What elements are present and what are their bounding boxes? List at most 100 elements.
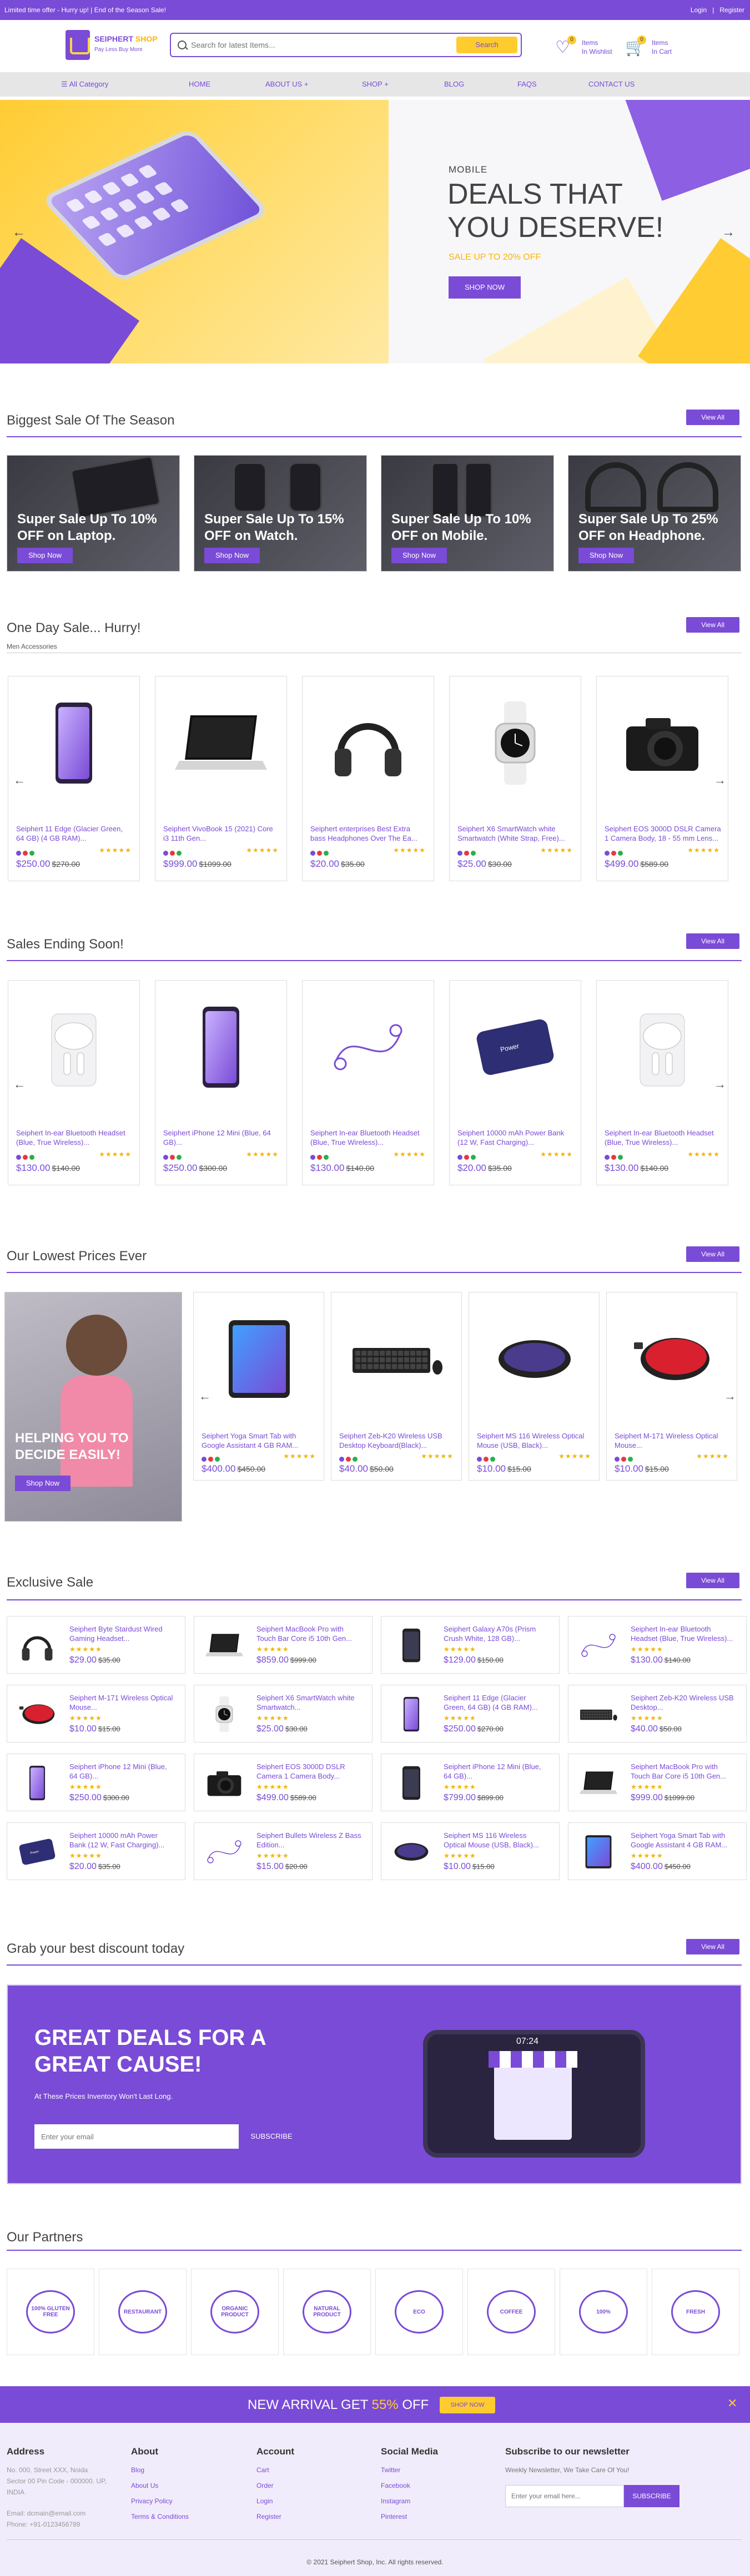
- color-swatches[interactable]: [605, 1153, 625, 1163]
- exclusive-item[interactable]: Seiphert Bullets Wireless Z Bass Edition…: [194, 1822, 373, 1880]
- product-name[interactable]: Seiphert Yoga Smart Tab with Google Assi…: [631, 1831, 736, 1850]
- color-swatches[interactable]: [457, 848, 477, 858]
- product-card[interactable]: Seiphert 11 Edge (Glacier Green, 64 GB) …: [8, 676, 140, 881]
- color-swatch[interactable]: [490, 1457, 495, 1462]
- color-swatch[interactable]: [16, 851, 21, 856]
- color-swatch[interactable]: [324, 851, 329, 856]
- lowest-shop-now[interactable]: Shop Now: [15, 1476, 71, 1491]
- color-swatch[interactable]: [310, 851, 315, 856]
- shop-now-button[interactable]: Shop Now: [204, 548, 260, 563]
- arrow-right-icon[interactable]: →: [714, 773, 726, 787]
- color-swatches[interactable]: [163, 1153, 183, 1163]
- arrow-left-icon[interactable]: ←: [12, 225, 26, 240]
- arrow-left-icon[interactable]: ←: [13, 1077, 26, 1092]
- color-swatch[interactable]: [457, 851, 462, 856]
- partner-logo[interactable]: NATURAL PRODUCT: [283, 2269, 371, 2355]
- exclusive-item[interactable]: Seiphert M-171 Wireless Optical Mouse...…: [7, 1685, 185, 1742]
- partner-logo[interactable]: RESTAURANT: [99, 2269, 187, 2355]
- color-swatch[interactable]: [310, 1155, 315, 1160]
- nav-shop[interactable]: SHOP +: [362, 80, 389, 88]
- product-name[interactable]: Seiphert 11 Edge (Glacier Green, 64 GB) …: [444, 1693, 549, 1712]
- color-swatch[interactable]: [464, 851, 469, 856]
- color-swatch[interactable]: [163, 851, 168, 856]
- product-name[interactable]: Seiphert EOS 3000D DSLR Camera 1 Camera …: [256, 1762, 362, 1781]
- color-swatches[interactable]: [16, 1153, 36, 1163]
- product-card[interactable]: Seiphert MS 116 Wireless Optical Mouse (…: [469, 1292, 600, 1481]
- hero-shop-button[interactable]: SHOP NOW: [449, 276, 521, 299]
- product-card[interactable]: Seiphert In-ear Bluetooth Headset (Blue,…: [8, 980, 140, 1185]
- product-card[interactable]: Seiphert Yoga Smart Tab with Google Assi…: [193, 1292, 324, 1481]
- color-swatch[interactable]: [23, 1155, 28, 1160]
- partner-logo[interactable]: ORGANIC PRODUCT: [191, 2269, 279, 2355]
- lowest-view-all[interactable]: View All: [686, 1246, 739, 1262]
- exclusive-item[interactable]: Seiphert Zeb-K20 Wireless USB Desktop...…: [568, 1685, 747, 1742]
- color-swatch[interactable]: [611, 851, 616, 856]
- nav-contact[interactable]: CONTACT US: [588, 80, 635, 88]
- product-name[interactable]: Seiphert In-ear Bluetooth Headset (Blue,…: [631, 1624, 736, 1643]
- color-swatch[interactable]: [317, 1155, 322, 1160]
- product-name[interactable]: Seiphert iPhone 12 Mini (Blue, 64 GB)...: [163, 1128, 280, 1147]
- color-swatch[interactable]: [23, 851, 28, 856]
- shop-now-button[interactable]: Shop Now: [391, 548, 447, 563]
- partner-logo[interactable]: 100%: [560, 2269, 647, 2355]
- nav-about[interactable]: ABOUT US +: [265, 80, 308, 88]
- exclusive-item[interactable]: Seiphert In-ear Bluetooth Headset (Blue,…: [568, 1616, 747, 1674]
- product-name[interactable]: Seiphert Bullets Wireless Z Bass Edition…: [256, 1831, 362, 1850]
- product-name[interactable]: Seiphert X6 SmartWatch white Smartwatch …: [457, 824, 574, 843]
- new-arrival-shop-button[interactable]: SHOP NOW: [440, 2397, 495, 2413]
- product-name[interactable]: Seiphert 10000 mAh Power Bank (12 W, Fas…: [457, 1128, 574, 1147]
- arrow-right-icon[interactable]: →: [722, 225, 735, 240]
- product-name[interactable]: Seiphert MacBook Pro with Touch Bar Core…: [256, 1624, 362, 1643]
- color-swatch[interactable]: [618, 851, 623, 856]
- color-swatch[interactable]: [324, 1155, 329, 1160]
- color-swatch[interactable]: [163, 1155, 168, 1160]
- exclusive-item[interactable]: Seiphert 11 Edge (Glacier Green, 64 GB) …: [381, 1685, 560, 1742]
- arrow-left-icon[interactable]: ←: [199, 1389, 211, 1403]
- color-swatches[interactable]: [16, 848, 36, 858]
- discount-subscribe-button[interactable]: SUBSCRIBE: [241, 2124, 302, 2149]
- product-name[interactable]: Seiphert Byte Stardust Wired Gaming Head…: [69, 1624, 175, 1643]
- footer-link[interactable]: Terms & Conditions: [131, 2513, 189, 2521]
- product-name[interactable]: Seiphert 11 Edge (Glacier Green, 64 GB) …: [16, 824, 133, 843]
- product-name[interactable]: Seiphert MS 116 Wireless Optical Mouse (…: [444, 1831, 549, 1850]
- product-name[interactable]: Seiphert X6 SmartWatch white Smartwatch.…: [256, 1693, 362, 1712]
- exclusive-item[interactable]: Seiphert MacBook Pro with Touch Bar Core…: [568, 1754, 747, 1811]
- exclusive-item[interactable]: Power Seiphert 10000 mAh Power Bank (12 W…: [7, 1822, 185, 1880]
- color-swatch[interactable]: [615, 1457, 620, 1462]
- product-card[interactable]: Power Seiphert 10000 mAh Power Bank (12 W…: [449, 980, 581, 1185]
- color-swatch[interactable]: [484, 1457, 489, 1462]
- exclusive-item[interactable]: Seiphert Galaxy A70s (Prism Crush White,…: [381, 1616, 560, 1674]
- color-swatch[interactable]: [215, 1457, 220, 1462]
- color-swatch[interactable]: [29, 851, 34, 856]
- color-swatch[interactable]: [471, 1155, 476, 1160]
- biggest-view-all[interactable]: View All: [686, 410, 739, 425]
- discount-view-all[interactable]: View All: [686, 1939, 739, 1954]
- color-swatches[interactable]: [310, 848, 330, 858]
- nav-faqs[interactable]: FAQS: [517, 80, 537, 88]
- color-swatch[interactable]: [628, 1457, 633, 1462]
- exclusive-item[interactable]: Seiphert X6 SmartWatch white Smartwatch.…: [194, 1685, 373, 1742]
- exclusive-item[interactable]: Seiphert iPhone 12 Mini (Blue, 64 GB)...…: [7, 1754, 185, 1811]
- color-swatch[interactable]: [464, 1155, 469, 1160]
- color-swatch[interactable]: [177, 1155, 182, 1160]
- color-swatch[interactable]: [208, 1457, 213, 1462]
- product-card[interactable]: Seiphert M-171 Wireless Optical Mouse...…: [606, 1292, 737, 1481]
- pinterest-link[interactable]: Pinterest: [381, 2513, 438, 2521]
- product-name[interactable]: Seiphert Galaxy A70s (Prism Crush White,…: [444, 1624, 549, 1643]
- color-swatches[interactable]: [605, 848, 625, 858]
- product-name[interactable]: Seiphert MS 116 Wireless Optical Mouse (…: [477, 1431, 593, 1450]
- arrow-right-icon[interactable]: →: [714, 1077, 726, 1092]
- product-name[interactable]: Seiphert In-ear Bluetooth Headset (Blue,…: [16, 1128, 133, 1147]
- color-swatch[interactable]: [202, 1457, 207, 1462]
- color-swatch[interactable]: [346, 1457, 351, 1462]
- product-name[interactable]: Seiphert In-ear Bluetooth Headset (Blue,…: [605, 1128, 721, 1147]
- partner-logo[interactable]: FRESH: [652, 2269, 739, 2355]
- exclusive-item[interactable]: Seiphert MacBook Pro with Touch Bar Core…: [194, 1616, 373, 1674]
- color-swatches[interactable]: [310, 1153, 330, 1163]
- color-swatch[interactable]: [353, 1457, 358, 1462]
- nav-blog[interactable]: BLOG: [444, 80, 464, 88]
- color-swatch[interactable]: [170, 1155, 175, 1160]
- promo-headphone[interactable]: Super Sale Up To 25% OFF on Headphone. S…: [568, 455, 741, 572]
- twitter-link[interactable]: Twitter: [381, 2466, 438, 2474]
- footer-link[interactable]: About Us: [131, 2482, 189, 2489]
